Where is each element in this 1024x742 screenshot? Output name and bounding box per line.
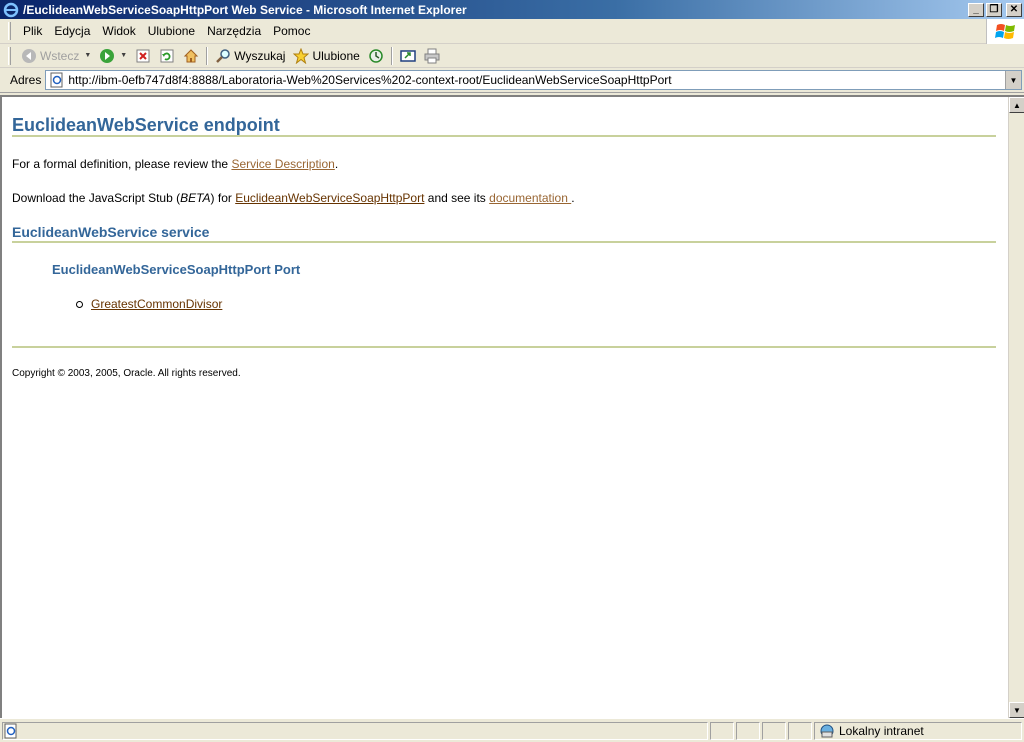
- favorites-button[interactable]: Ulubione: [289, 45, 363, 67]
- home-button[interactable]: [179, 45, 203, 67]
- forward-arrow-icon: [100, 48, 115, 63]
- search-label: Wyszukaj: [234, 48, 286, 63]
- zone-label: Lokalny intranet: [839, 723, 924, 738]
- footer-divider: [12, 346, 996, 348]
- stop-icon: [136, 49, 150, 62]
- stop-button[interactable]: [131, 45, 155, 67]
- security-zone[interactable]: Lokalny intranet: [814, 721, 1022, 740]
- address-url[interactable]: http://ibm-0efb747d8f4:8888/Laboratoria-…: [68, 73, 1005, 87]
- menu-view[interactable]: Widok: [96, 24, 141, 38]
- browser-content: EuclideanWebService endpoint For a forma…: [0, 95, 1024, 718]
- windows-logo-icon: [986, 19, 1024, 44]
- copyright-text: Copyright © 2003, 2005, Oracle. All righ…: [12, 368, 241, 379]
- formal-definition-text: For a formal definition, please review t…: [12, 157, 338, 171]
- menu-help[interactable]: Pomoc: [267, 24, 316, 38]
- forward-dropdown-icon[interactable]: ▼: [120, 52, 127, 59]
- home-icon: [184, 48, 199, 62]
- javascript-stub-link[interactable]: EuclideanWebServiceSoapHttpPort: [235, 191, 424, 205]
- operation-list-item: GreatestCommonDivisor: [76, 297, 222, 311]
- operation-greatest-common-divisor-link[interactable]: GreatestCommonDivisor: [91, 297, 222, 311]
- status-pane: [788, 721, 812, 740]
- status-pane: [736, 721, 760, 740]
- download-mid2: and see its: [424, 191, 490, 205]
- window-titlebar: /EuclideanWebServiceSoapHttpPort Web Ser…: [0, 0, 1024, 19]
- status-pane: [710, 721, 734, 740]
- formal-prefix: For a formal definition, please review t…: [12, 157, 232, 171]
- toolbar-separator: [206, 46, 209, 65]
- menubar: Plik Edycja Widok Ulubione Narzędzia Pom…: [0, 19, 1024, 44]
- beta-label: BETA: [180, 191, 211, 205]
- standard-toolbar: Wstecz ▼ ▼ Wyszukaj Ulubione: [0, 44, 1024, 68]
- address-input[interactable]: http://ibm-0efb747d8f4:8888/Laboratoria-…: [45, 70, 1022, 90]
- media-icon: [400, 49, 416, 62]
- download-stub-text: Download the JavaScript Stub (BETA) for …: [12, 191, 575, 205]
- address-bar: Adres http://ibm-0efb747d8f4:8888/Labora…: [0, 68, 1024, 93]
- documentation-link[interactable]: documentation: [489, 191, 571, 205]
- toolbar-grip[interactable]: [8, 46, 11, 65]
- status-main-pane: [2, 721, 708, 740]
- menu-file[interactable]: Plik: [17, 24, 48, 38]
- port-heading: EuclideanWebServiceSoapHttpPort Port: [52, 262, 301, 277]
- page-status-icon: [4, 723, 17, 738]
- scroll-up-icon[interactable]: ▲: [1009, 97, 1024, 113]
- close-button[interactable]: ✕: [1006, 2, 1022, 17]
- vertical-scrollbar[interactable]: ▲ ▼: [1008, 97, 1024, 718]
- download-prefix: Download the JavaScript Stub (: [12, 191, 181, 205]
- download-mid: ) for: [210, 191, 236, 205]
- service-description-link[interactable]: Service Description: [231, 157, 334, 171]
- ie-icon: [3, 2, 19, 17]
- address-label: Adres: [10, 73, 42, 87]
- back-dropdown-icon[interactable]: ▼: [84, 52, 91, 59]
- search-button[interactable]: Wyszukaj: [211, 45, 289, 67]
- intranet-zone-icon: [820, 724, 834, 737]
- title-divider: [12, 135, 996, 137]
- history-icon: [369, 48, 383, 63]
- window-title: /EuclideanWebServiceSoapHttpPort Web Ser…: [23, 2, 467, 17]
- address-dropdown-icon[interactable]: ▼: [1005, 71, 1021, 89]
- media-button[interactable]: [396, 45, 420, 67]
- maximize-button[interactable]: ❐: [986, 2, 1002, 17]
- refresh-icon: [160, 49, 174, 62]
- menu-tools[interactable]: Narzędzia: [201, 24, 267, 38]
- menubar-grip[interactable]: [8, 22, 11, 40]
- toolbar-separator: [390, 46, 393, 65]
- status-bar: Lokalny intranet: [0, 718, 1024, 742]
- back-button[interactable]: Wstecz ▼: [17, 45, 95, 67]
- print-icon: [424, 48, 440, 63]
- page-title: EuclideanWebService endpoint: [12, 115, 280, 135]
- print-button[interactable]: [420, 45, 444, 67]
- minimize-button[interactable]: _: [968, 2, 984, 17]
- favorites-label: Ulubione: [312, 48, 360, 63]
- menu-favorites[interactable]: Ulubione: [142, 24, 201, 38]
- back-label: Wstecz: [40, 48, 80, 63]
- service-divider: [12, 241, 996, 243]
- scroll-down-icon[interactable]: ▼: [1009, 702, 1024, 718]
- back-arrow-icon: [22, 48, 36, 63]
- menu-edit[interactable]: Edycja: [48, 24, 96, 38]
- refresh-button[interactable]: [155, 45, 179, 67]
- download-suffix: .: [571, 191, 575, 205]
- page-icon: [50, 72, 63, 88]
- search-icon: [216, 48, 230, 63]
- formal-suffix: .: [334, 157, 339, 171]
- bullet-icon: [76, 300, 83, 308]
- status-pane: [762, 721, 786, 740]
- favorites-star-icon: [293, 47, 310, 64]
- history-button[interactable]: [364, 45, 388, 67]
- service-heading: EuclideanWebService service: [12, 224, 210, 240]
- forward-button[interactable]: ▼: [95, 45, 131, 67]
